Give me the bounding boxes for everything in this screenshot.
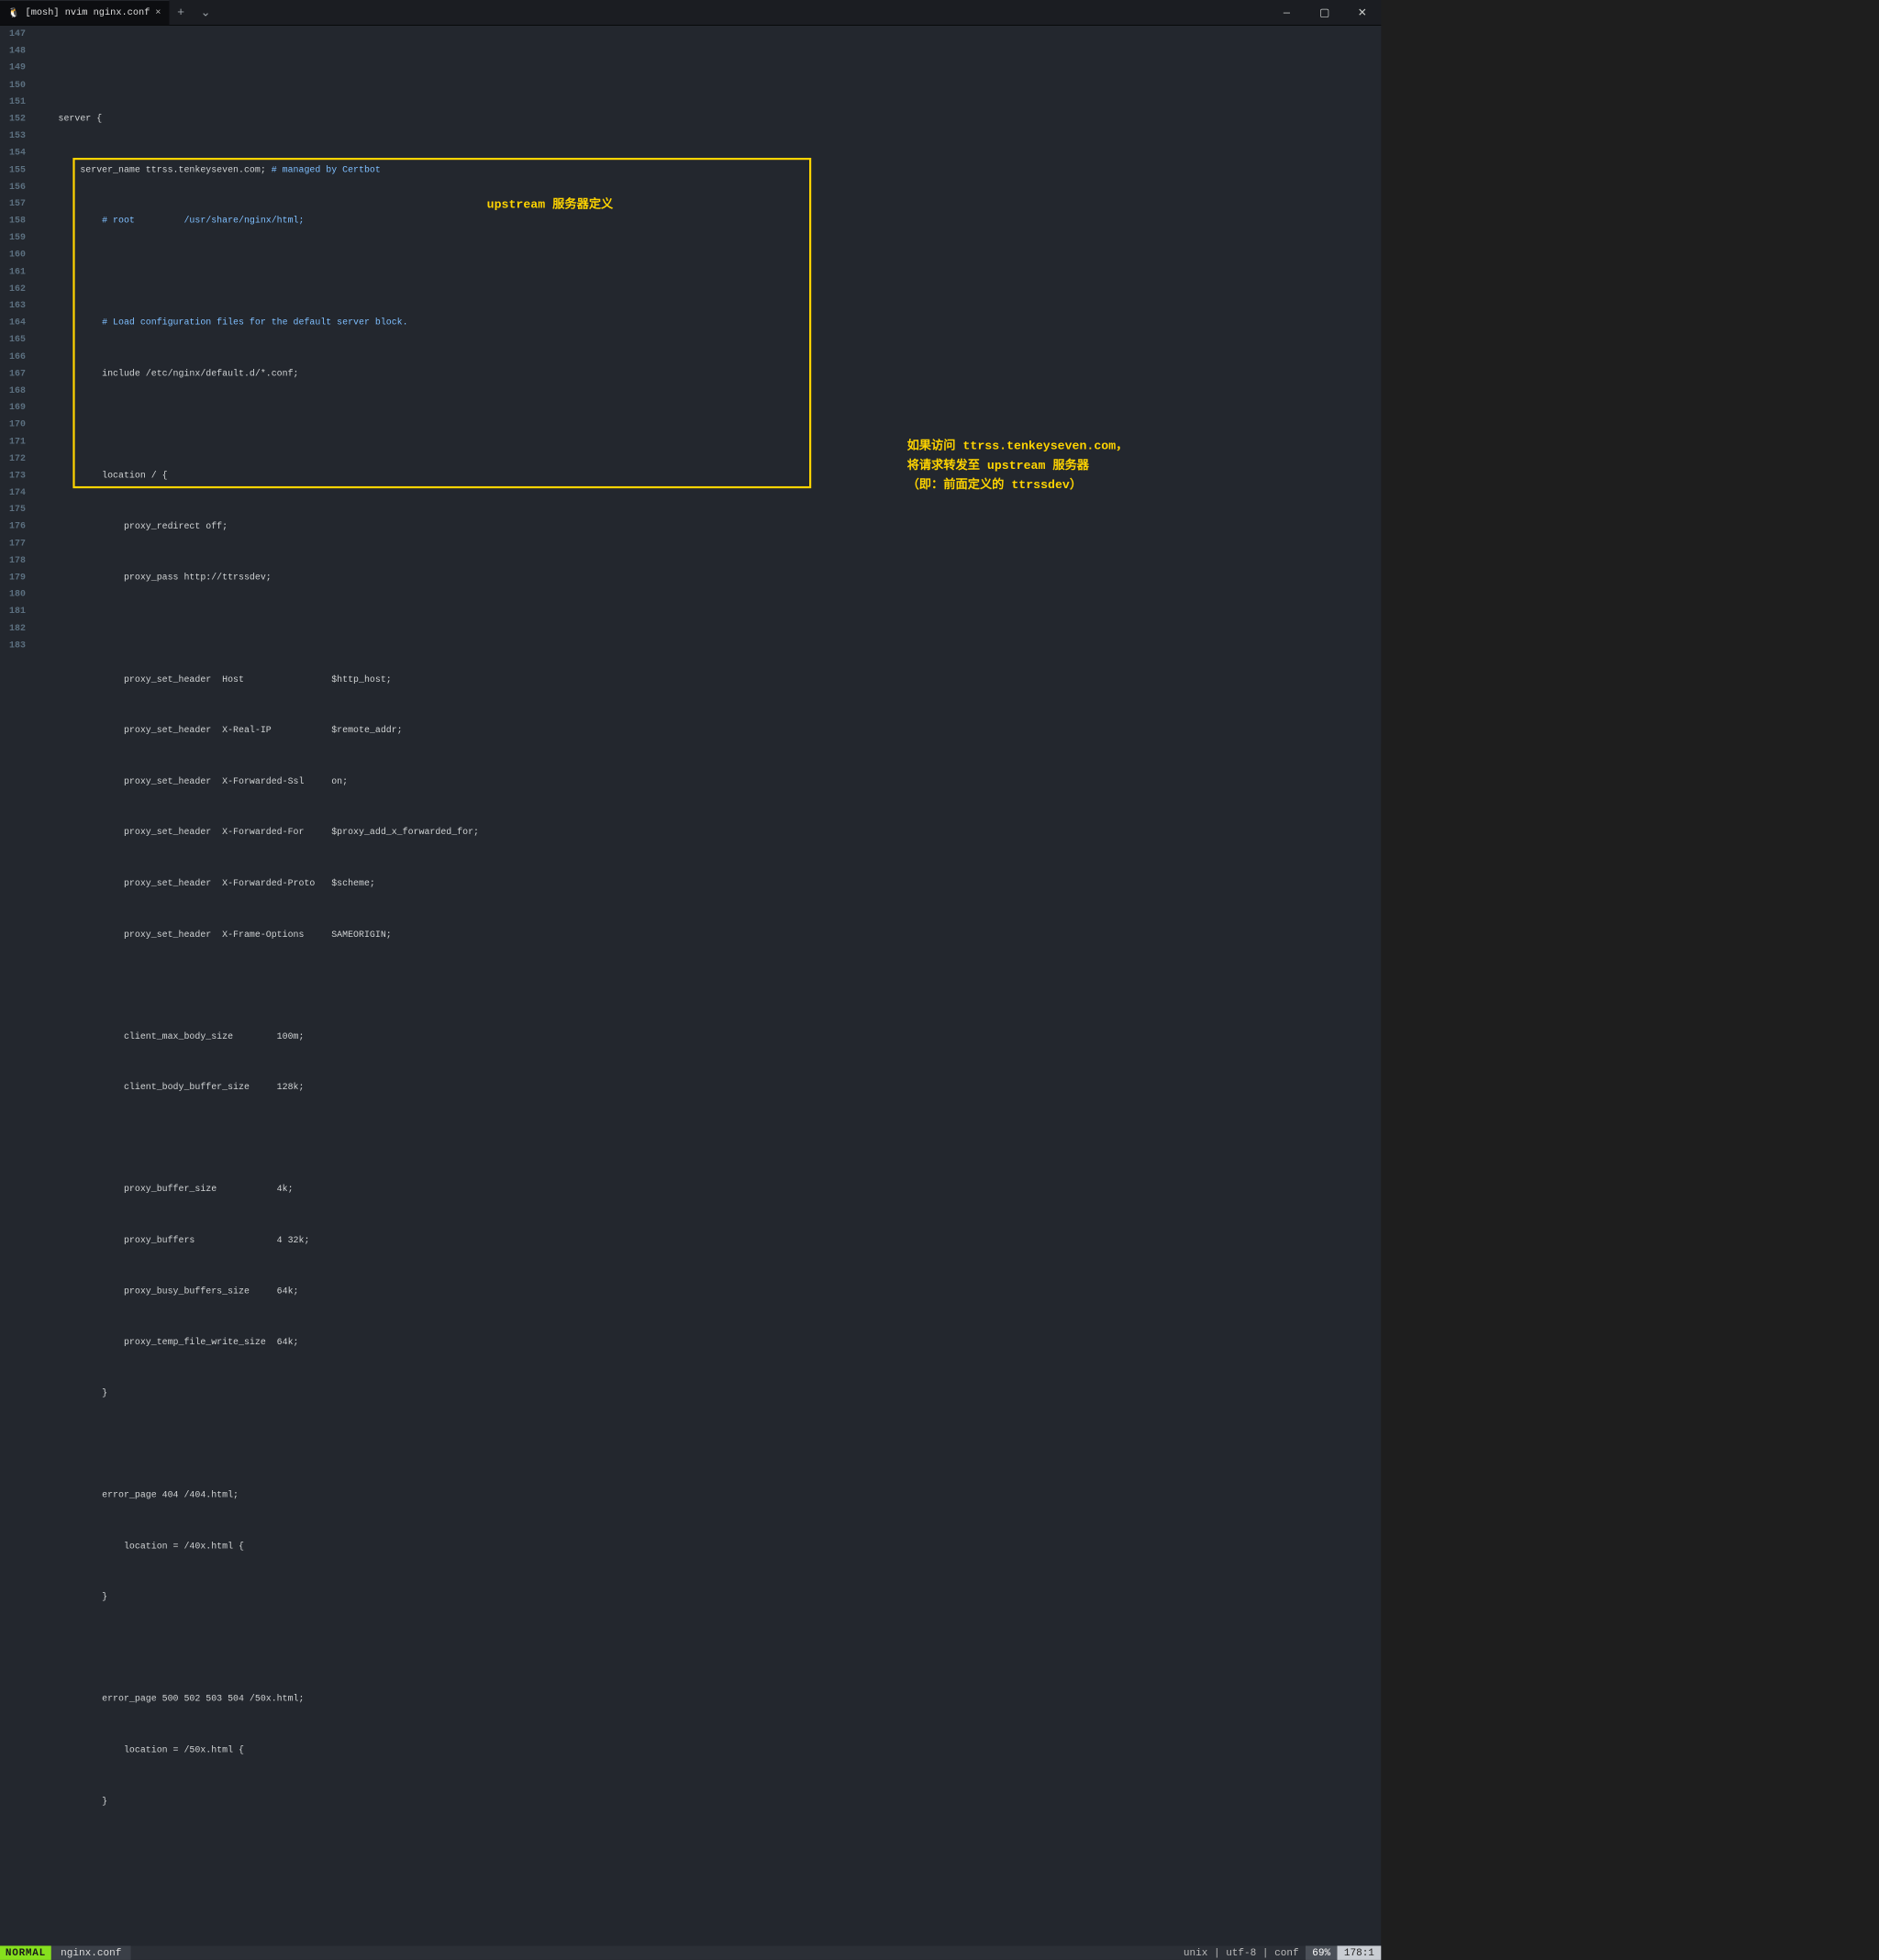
editor-area[interactable]: 1471481491501511521531541551561571581591… <box>0 26 1381 1946</box>
code-line: proxy_set_header X-Forwarded-Proto $sche… <box>37 879 375 889</box>
line-number: 175 <box>0 501 26 518</box>
status-encoding: unix | utf-8 | conf <box>1177 1946 1306 1960</box>
line-number: 162 <box>0 281 26 298</box>
code-line: location / { <box>37 471 168 481</box>
code-line: proxy_set_header X-Frame-Options SAMEORI… <box>37 930 392 940</box>
line-number: 174 <box>0 484 26 502</box>
status-bar: NORMAL nginx.conf unix | utf-8 | conf 69… <box>0 1946 1381 1960</box>
annotation-line: （即：前面定义的 ttrssdev） <box>907 476 1129 496</box>
line-number: 183 <box>0 637 26 654</box>
code-line: } <box>37 1592 107 1602</box>
code-line: server { <box>37 114 102 124</box>
close-tab-icon[interactable]: × <box>155 7 161 18</box>
line-number: 149 <box>0 60 26 77</box>
annotation-line: 将请求转发至 upstream 服务器 <box>907 456 1129 475</box>
line-number: 173 <box>0 467 26 484</box>
line-number: 160 <box>0 247 26 264</box>
code-line: proxy_buffer_size 4k; <box>37 1185 294 1195</box>
line-number: 157 <box>0 195 26 213</box>
arrow-left-icon <box>823 467 897 481</box>
code-line: proxy_set_header Host $http_host; <box>37 674 392 685</box>
line-number: 178 <box>0 552 26 570</box>
code-line: include /etc/nginx/default.d/*.conf; <box>37 369 299 379</box>
line-number: 171 <box>0 433 26 451</box>
line-number: 155 <box>0 161 26 179</box>
line-number: 169 <box>0 399 26 417</box>
maximize-button[interactable]: ▢ <box>1306 0 1343 26</box>
code-line: proxy_temp_file_write_size 64k; <box>37 1338 299 1348</box>
annotation-forward-arrow <box>823 467 897 481</box>
line-number: 170 <box>0 417 26 434</box>
code-line: location = /40x.html { <box>37 1542 244 1552</box>
code-line: proxy_redirect off; <box>37 522 228 532</box>
code-line: error_page 404 /404.html; <box>37 1490 239 1500</box>
new-tab-button[interactable]: + <box>169 6 193 19</box>
close-window-button[interactable]: ✕ <box>1343 0 1381 26</box>
line-number: 148 <box>0 42 26 60</box>
line-number: 153 <box>0 128 26 145</box>
line-number: 172 <box>0 451 26 468</box>
minimize-button[interactable]: — <box>1268 0 1306 26</box>
code-line: proxy_set_header X-Forwarded-Ssl on; <box>37 777 348 787</box>
line-number: 179 <box>0 569 26 586</box>
code-line: client_max_body_size 100m; <box>37 1031 305 1041</box>
tab-title: [mosh] nvim nginx.conf <box>26 7 150 18</box>
line-number: 152 <box>0 110 26 128</box>
linux-icon: 🐧 <box>8 7 20 18</box>
status-filename: nginx.conf <box>51 1946 131 1960</box>
code-line: proxy_buffers 4 32k; <box>37 1236 310 1246</box>
line-number: 182 <box>0 620 26 638</box>
code-comment: # managed by Certbot <box>272 165 381 175</box>
code-line: } <box>37 1797 107 1807</box>
line-number: 168 <box>0 383 26 400</box>
vim-mode: NORMAL <box>0 1946 51 1960</box>
line-number: 158 <box>0 213 26 230</box>
annotation-forward-text: 如果访问 ttrss.tenkeyseven.com， 将请求转发至 upstr… <box>907 437 1129 495</box>
line-number: 154 <box>0 145 26 162</box>
line-number: 159 <box>0 229 26 247</box>
line-number: 147 <box>0 26 26 43</box>
line-number: 176 <box>0 518 26 536</box>
annotation-upstream-def: upstream 服务器定义 <box>411 195 613 212</box>
line-number: 177 <box>0 535 26 552</box>
code-line: server_name ttrss.tenkeyseven.com; <box>37 165 272 175</box>
status-percent: 69% <box>1306 1946 1338 1960</box>
code-line: proxy_busy_buffers_size 64k; <box>37 1286 299 1297</box>
code-line: proxy_set_header X-Real-IP $remote_addr; <box>37 726 403 736</box>
line-number: 167 <box>0 365 26 383</box>
code-line: location = /50x.html { <box>37 1745 244 1755</box>
line-number-gutter: 1471481491501511521531541551561571581591… <box>0 26 37 1946</box>
line-number: 180 <box>0 586 26 604</box>
code-line: proxy_pass http://ttrssdev; <box>37 573 272 583</box>
line-number: 181 <box>0 603 26 620</box>
code-line: client_body_buffer_size 128k; <box>37 1083 305 1093</box>
line-number: 151 <box>0 94 26 111</box>
line-number: 161 <box>0 263 26 281</box>
code-comment: # Load configuration files for the defau… <box>37 317 408 328</box>
line-number: 156 <box>0 179 26 196</box>
terminal-tab[interactable]: 🐧 [mosh] nvim nginx.conf × <box>0 0 169 25</box>
annotation-text: upstream 服务器定义 <box>487 195 614 212</box>
code-line: } <box>37 1388 107 1398</box>
status-position: 178:1 <box>1337 1946 1381 1960</box>
code-line: proxy_set_header X-Forwarded-For $proxy_… <box>37 828 479 838</box>
line-number: 165 <box>0 331 26 349</box>
code-line: error_page 500 502 503 504 /50x.html; <box>37 1695 305 1705</box>
code-content[interactable]: server { server_name ttrss.tenkeyseven.c… <box>37 26 1382 1946</box>
line-number: 163 <box>0 297 26 315</box>
code-comment: # root /usr/share/nginx/html; <box>37 216 305 226</box>
line-number: 150 <box>0 76 26 94</box>
window-titlebar: 🐧 [mosh] nvim nginx.conf × + ⌄ — ▢ ✕ <box>0 0 1381 26</box>
annotation-line: 如果访问 ttrss.tenkeyseven.com， <box>907 437 1129 456</box>
tab-menu-chevron-icon[interactable]: ⌄ <box>193 6 219 20</box>
line-number: 166 <box>0 349 26 366</box>
arrow-left-icon <box>411 196 479 210</box>
line-number: 164 <box>0 315 26 332</box>
